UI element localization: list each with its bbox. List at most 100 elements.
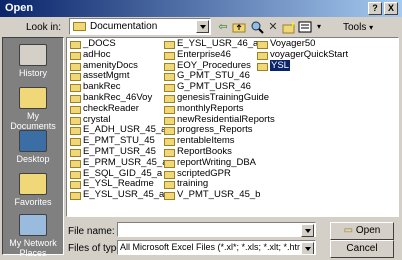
folder-name: V_PMT_USR_45_b xyxy=(177,189,261,201)
file-name-input[interactable] xyxy=(117,222,316,237)
folder-icon xyxy=(70,94,81,103)
search-web-icon[interactable] xyxy=(250,20,264,34)
new-folder-icon[interactable] xyxy=(282,20,296,34)
folder-name: E_SQL_GID_45_a xyxy=(83,167,163,179)
place-my-network-places[interactable]: My Network Places xyxy=(3,212,63,258)
folder-name: E_YSL_Readme xyxy=(83,178,154,190)
views-icon[interactable] xyxy=(298,20,312,34)
close-button[interactable]: X xyxy=(384,2,398,15)
folder-icon xyxy=(257,41,268,49)
tools-menu[interactable]: Tools ▾ xyxy=(343,22,373,33)
folder-icon xyxy=(70,127,81,136)
folder-name: E_YSL_USR_45_a xyxy=(83,189,165,201)
help-button[interactable]: ? xyxy=(368,2,382,15)
title-bar: Open ? X xyxy=(0,0,402,17)
folder-icon xyxy=(164,116,175,125)
list-item[interactable]: YSL xyxy=(257,59,348,72)
folder-name: G_PMT_STU_46 xyxy=(177,70,250,82)
up-folder-icon[interactable] xyxy=(232,20,246,34)
folder-name: monthlyReports xyxy=(177,102,244,114)
folder-name: progress_Reports xyxy=(177,124,253,136)
folder-icon xyxy=(70,170,81,179)
place-label: Favorites xyxy=(14,197,52,207)
folder-name: G_PMT_USR_46 xyxy=(177,81,251,93)
chevron-down-icon[interactable] xyxy=(196,20,209,33)
list-item[interactable]: V_PMT_USR_45_b xyxy=(164,189,275,201)
place-label: Desktop xyxy=(16,154,50,164)
list-item[interactable]: voyagerQuickStart xyxy=(257,48,349,61)
folder-icon xyxy=(70,148,81,157)
file-column: Voyager50 voyagerQuickStart YSL xyxy=(257,38,349,72)
folder-icon xyxy=(70,84,81,93)
desktop-icon xyxy=(19,130,47,152)
file-type-select[interactable]: All Microsoft Excel Files (*.xl*; *.xls;… xyxy=(117,240,316,255)
folder-icon xyxy=(164,62,175,71)
open-folder-icon: ▭ xyxy=(343,225,354,236)
folder-name: E_ADH_USR_45_a xyxy=(83,124,167,136)
tools-label: Tools xyxy=(343,22,367,33)
place-favorites[interactable]: Favorites xyxy=(3,171,63,215)
folder-name: scriptedGPR xyxy=(177,167,231,179)
place-label: My Network Places xyxy=(9,238,57,258)
folder-name: amenityDocs xyxy=(83,59,138,71)
folder-icon xyxy=(70,62,81,71)
place-my-documents[interactable]: My Documents xyxy=(3,85,63,131)
folder-name: ReportBooks xyxy=(177,145,232,157)
folder-name: Voyager50 xyxy=(270,38,316,49)
folder-name: genesisTrainingGuide xyxy=(177,91,270,103)
look-in-combo[interactable]: Documentation xyxy=(69,18,211,35)
file-type-value: All Microsoft Excel Files (*.xl*; *.xls;… xyxy=(120,242,300,252)
history-icon xyxy=(19,44,47,66)
folder-name: E_PMT_STU_45 xyxy=(83,135,155,147)
folder-icon xyxy=(70,116,81,125)
folder-icon xyxy=(164,192,175,201)
place-desktop[interactable]: Desktop xyxy=(3,128,63,172)
open-button[interactable]: ▭ Open xyxy=(330,222,394,240)
folder-icon xyxy=(164,127,175,136)
place-label: History xyxy=(18,68,47,78)
my-documents-icon xyxy=(19,87,47,109)
folder-name: E_PMT_USR_45 xyxy=(83,145,156,157)
folder-icon xyxy=(73,22,86,31)
file-list[interactable]: _DOCS adHoc amenityDocs assetMgmt bankRec ban… xyxy=(66,37,399,217)
folder-icon xyxy=(164,181,175,190)
folder-icon xyxy=(164,94,175,103)
open-label: Open xyxy=(355,225,381,236)
folder-name: training xyxy=(177,178,209,190)
folder-icon xyxy=(164,84,175,93)
folder-name: YSL xyxy=(270,59,290,71)
folder-icon xyxy=(70,192,81,201)
folder-icon xyxy=(70,41,81,49)
folder-icon xyxy=(257,62,268,71)
folder-name: adHoc xyxy=(83,48,111,60)
folder-name: assetMgmt xyxy=(83,70,130,82)
place-history[interactable]: History xyxy=(3,42,63,86)
folder-name: crystal xyxy=(83,113,111,125)
network-places-icon xyxy=(19,214,47,236)
folder-name: Enterprise46 xyxy=(177,48,231,60)
folder-icon xyxy=(164,170,175,179)
folder-name: EOY_Procedures xyxy=(177,59,251,71)
folder-icon xyxy=(164,148,175,157)
folder-icon xyxy=(164,138,175,147)
folder-icon xyxy=(70,105,81,114)
folder-name: _DOCS xyxy=(83,38,116,49)
folder-icon xyxy=(164,41,175,49)
folder-name: voyagerQuickStart xyxy=(270,48,349,60)
folder-name: reportWriting_DBA xyxy=(177,156,257,168)
folder-name: E_PRM_USR_45_a xyxy=(83,156,168,168)
places-bar: History My Documents Desktop Favorites M… xyxy=(2,37,64,258)
look-in-label: Look in: xyxy=(26,22,62,33)
delete-icon[interactable]: ✕ xyxy=(266,20,280,34)
back-icon[interactable]: ⇦ xyxy=(216,20,230,34)
chevron-down-icon[interactable] xyxy=(301,224,314,237)
window-title: Open xyxy=(5,2,34,14)
file-name-label: File name: xyxy=(68,226,115,237)
folder-name: bankRec_46Voy xyxy=(83,91,153,103)
chevron-down-icon[interactable] xyxy=(301,242,314,254)
look-in-value: Documentation xyxy=(90,21,158,32)
list-item[interactable]: E_YSL_USR_45_a xyxy=(70,189,168,201)
views-dropdown-icon[interactable]: ▾ xyxy=(312,20,326,34)
folder-icon xyxy=(70,51,81,60)
cancel-button[interactable]: Cancel xyxy=(330,240,394,258)
